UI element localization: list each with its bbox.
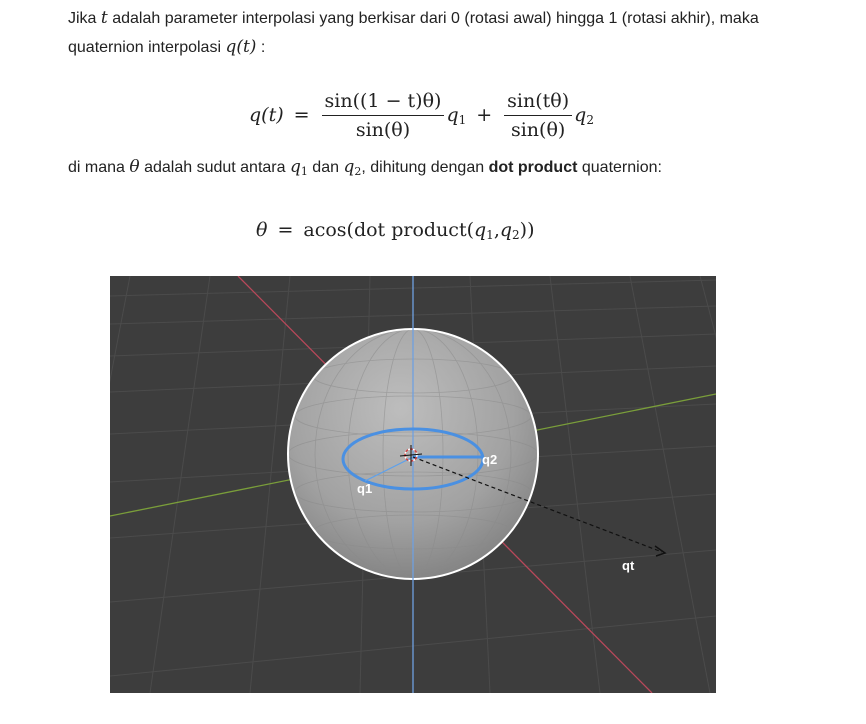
eq2-equals: =	[277, 219, 294, 241]
label-q1: q1	[357, 481, 372, 496]
eq1-equals: =	[293, 104, 310, 126]
eq1-q1: q1	[446, 103, 467, 127]
eq2-lhs: θ	[256, 219, 268, 241]
eq2-rhs-b: ))	[519, 219, 535, 241]
theta-equation: θ = acos(dot product(q1, q2))	[256, 214, 535, 246]
var-t: t	[100, 8, 108, 28]
eq1-frac2-numerator: sin(tθ)	[504, 89, 573, 116]
eq2-q1: q1	[474, 218, 494, 242]
explain-paragraph: di mana θ adalah sudut antara q1 dan q2,…	[68, 153, 828, 186]
label-q2: q2	[482, 452, 497, 467]
eq1-frac2-denominator: sin(θ)	[510, 118, 566, 141]
eq1-q2: q2	[574, 103, 594, 127]
intro-text-1: Jika	[68, 10, 101, 27]
eq1-lhs: q(t)	[249, 104, 284, 126]
explain-text-4: , dihitung dengan	[361, 159, 489, 176]
var-q2: q2	[343, 157, 362, 178]
intro-text-3: :	[256, 39, 266, 56]
eq1-plus: +	[476, 104, 493, 126]
dot-product-bold: dot product	[488, 159, 578, 176]
explain-text-5: quaternion:	[577, 159, 662, 176]
explain-text-3: dan	[307, 159, 344, 176]
eq1-frac1-numerator: sin((1 − t)θ)	[321, 89, 445, 116]
slerp-equation: q(t) = sin((1 − t)θ) sin(θ) q1 + sin(tθ)…	[249, 86, 594, 144]
explain-text-1: di mana	[68, 159, 130, 176]
var-theta: θ	[129, 157, 140, 177]
eq2-q2: q2	[499, 218, 520, 242]
var-q1: q1	[289, 157, 308, 178]
viewport-render: q1 q2 qt	[110, 276, 716, 693]
intro-paragraph: Jika t adalah parameter interpolasi yang…	[68, 4, 828, 62]
eq1-fraction-1: sin((1 − t)θ) sin(θ)	[321, 89, 445, 142]
explain-text-2: adalah sudut antara	[139, 159, 290, 176]
slerp-sphere-figure: q1 q2 qt	[110, 276, 716, 693]
eq1-frac1-denominator: sin(θ)	[355, 118, 411, 141]
var-qt: q(t)	[225, 37, 257, 57]
eq2-rhs-a: acos(dot product(	[303, 219, 474, 241]
eq1-fraction-2: sin(tθ) sin(θ)	[504, 89, 573, 142]
intro-text-2: adalah parameter interpolasi yang berkis…	[68, 10, 759, 56]
label-qt: qt	[622, 558, 635, 573]
